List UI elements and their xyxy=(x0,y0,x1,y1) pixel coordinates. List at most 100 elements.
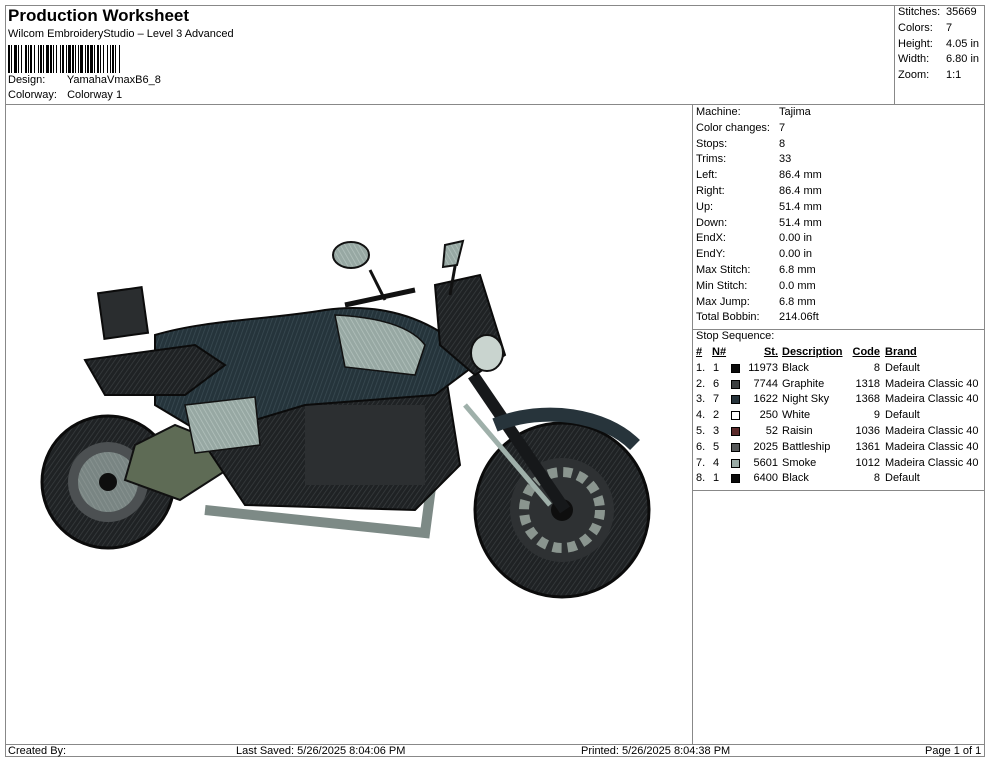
machine-info-value: 33 xyxy=(779,153,792,166)
row-number: 5. xyxy=(696,425,706,437)
row-brand: Default xyxy=(885,409,920,422)
table-row: 3. 7 1622 Night Sky 1368 Madeira Classic 40 xyxy=(696,393,982,408)
machine-info-value: 8 xyxy=(779,137,786,150)
machine-info-row: Down: 51.4 mm xyxy=(696,217,822,229)
row-needle: 4 xyxy=(713,456,720,469)
machine-info-row: Right: 86.4 mm xyxy=(696,185,822,197)
table-header: # N# St. Description Code Brand xyxy=(696,346,982,361)
row-needle: 1 xyxy=(713,361,720,374)
software-subtitle: Wilcom EmbroideryStudio – Level 3 Advanc… xyxy=(8,28,234,40)
row-description: Raisin xyxy=(782,425,813,437)
row-description: Black xyxy=(782,361,809,374)
design-row: Design: YamahaVmaxB6_8 xyxy=(8,74,161,86)
stat-label: Width: xyxy=(898,53,930,65)
row-number: 6. xyxy=(696,440,706,453)
row-description: Black xyxy=(782,472,809,485)
row-stitches: 11973 xyxy=(748,361,778,374)
table-row: 5. 3 52 Raisin 1036 Madeira Classic 40 xyxy=(696,425,982,440)
machine-info-value: 86.4 mm xyxy=(779,169,822,182)
worksheet-footer: Created By: Last Saved: 5/26/2025 8:04:0… xyxy=(5,744,985,758)
machine-info-row: Machine: Tajima xyxy=(696,106,811,118)
machine-info-label: Color changes: xyxy=(696,121,770,134)
colorway-value: Colorway 1 xyxy=(67,89,123,101)
machine-info-row: Max Jump: 6.8 mm xyxy=(696,296,816,308)
colorway-label: Colorway: xyxy=(8,89,57,101)
header-stitches: St. xyxy=(763,346,778,358)
stat-label: Zoom: xyxy=(898,69,930,81)
machine-info-value: 6.8 mm xyxy=(779,264,816,276)
machine-info-value: 86.4 mm xyxy=(779,185,822,197)
design-stats: Stitches: 35669 Colors: 7 Height: 4.05 in W… xyxy=(895,5,985,105)
row-description: White xyxy=(782,409,811,422)
machine-info-row: Min Stitch: 0.0 mm xyxy=(696,280,816,292)
row-number: 1. xyxy=(696,361,706,374)
motorcycle-embroidery-image xyxy=(40,239,651,599)
machine-info-row: Color changes: 7 xyxy=(696,122,785,134)
row-stitches: 1622 xyxy=(753,393,778,406)
table-row: 7. 4 5601 Smoke 1012 Madeira Classic 40 xyxy=(696,457,982,472)
stat-label: Stitches: xyxy=(898,6,941,18)
row-code: 1318 xyxy=(855,377,880,390)
machine-info-row: Trims: 33 xyxy=(696,153,791,165)
machine-info-row: Left: 86.4 mm xyxy=(696,169,822,181)
row-brand: Madeira Classic 40 xyxy=(885,440,979,453)
worksheet-header: Production Worksheet Wilcom EmbroiderySt… xyxy=(5,5,895,105)
row-needle: 1 xyxy=(713,472,720,485)
machine-info-label: Max Jump: xyxy=(696,295,750,308)
machine-info-row: Stops: 8 xyxy=(696,138,785,150)
machine-info-label: Total Bobbin: xyxy=(696,311,760,324)
machine-info-value: 0.00 in xyxy=(779,232,813,245)
backrest xyxy=(96,286,150,340)
machine-info-row: EndX: 0.00 in xyxy=(696,232,812,244)
row-brand: Default xyxy=(885,361,920,374)
row-number: 3. xyxy=(696,393,706,406)
row-number: 2. xyxy=(696,377,706,390)
machine-info-row: Total Bobbin: 214.06ft xyxy=(696,311,819,323)
row-stitches: 2025 xyxy=(753,440,778,453)
row-needle: 6 xyxy=(713,377,720,390)
mirror-right xyxy=(441,239,465,269)
machine-info-label: Max Stitch: xyxy=(696,264,751,276)
color-swatch xyxy=(731,427,740,436)
stat-value: 4.05 in xyxy=(946,38,980,50)
header-needle: N# xyxy=(712,346,727,358)
row-number: 4. xyxy=(696,409,706,422)
colorway-row: Colorway: Colorway 1 xyxy=(8,89,122,101)
color-swatch xyxy=(731,442,740,452)
machine-info-value: 51.4 mm xyxy=(779,200,822,213)
barcode xyxy=(8,45,120,73)
table-row: 1. 1 11973 Black 8 Default xyxy=(696,362,982,377)
machine-info-value: 51.4 mm xyxy=(779,216,822,229)
page-title: Production Worksheet xyxy=(8,6,190,25)
row-code: 1368 xyxy=(855,393,880,406)
row-description: Graphite xyxy=(782,377,825,390)
machine-info-label: EndY: xyxy=(696,248,726,261)
row-description: Battleship xyxy=(782,440,831,453)
machine-info-row: EndY: 0.00 in xyxy=(696,248,812,260)
machine-info-label: EndX: xyxy=(696,232,726,245)
row-number: 8. xyxy=(696,472,706,485)
mirror-left xyxy=(332,241,370,269)
row-code: 1012 xyxy=(855,456,880,469)
page-number: Page 1 of 1 xyxy=(925,745,982,757)
last-saved: Last Saved: 5/26/2025 8:04:06 PM xyxy=(236,745,406,757)
row-code: 1036 xyxy=(855,425,880,437)
design-preview xyxy=(5,105,693,745)
row-brand: Madeira Classic 40 xyxy=(885,377,979,390)
row-code: 9 xyxy=(873,409,880,422)
row-needle: 5 xyxy=(713,440,720,453)
color-swatch xyxy=(731,458,740,468)
machine-info-value: 0.00 in xyxy=(779,248,813,261)
engine-cylinders xyxy=(305,405,425,485)
machine-info-label: Trims: xyxy=(696,153,727,166)
row-brand: Default xyxy=(885,472,920,485)
row-brand: Madeira Classic 40 xyxy=(885,456,979,469)
row-stitches: 5601 xyxy=(753,456,778,469)
row-brand: Madeira Classic 40 xyxy=(885,393,979,406)
machine-info-label: Down: xyxy=(696,216,728,229)
color-swatch xyxy=(731,363,740,373)
printed-date: Printed: 5/26/2025 8:04:38 PM xyxy=(581,745,731,757)
row-stitches: 52 xyxy=(765,425,778,437)
machine-info-label: Left: xyxy=(696,169,718,182)
color-swatch xyxy=(731,395,740,405)
